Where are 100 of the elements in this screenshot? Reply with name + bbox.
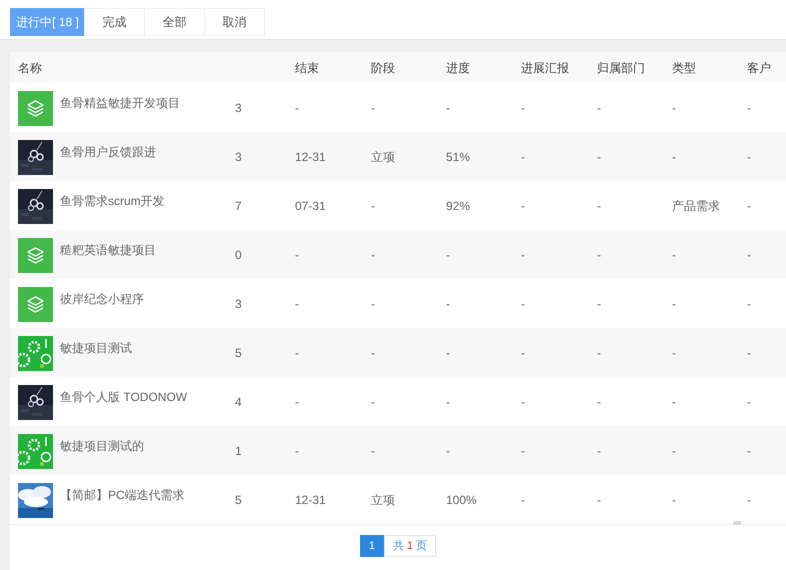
- table-cell-text: -: [672, 344, 676, 362]
- layers-icon: [18, 238, 53, 273]
- table-cell-text: -: [521, 246, 525, 264]
- project-name[interactable]: 【简邮】PC端迭代需求: [60, 483, 185, 504]
- table-cell-text: -: [747, 344, 751, 362]
- project-name[interactable]: 敏捷项目测试: [60, 336, 132, 357]
- table-cell-text: 12-31: [295, 148, 326, 166]
- table-cell-text: -: [672, 394, 676, 410]
- table-cell-text: 3: [235, 148, 242, 166]
- table-cell-text: -: [747, 492, 751, 508]
- table-cell-text: -: [521, 148, 525, 166]
- table-cell-text: 100%: [446, 492, 477, 508]
- table-cell-text: 07-31: [295, 198, 326, 214]
- scrollbar-thumb[interactable]: [733, 521, 741, 525]
- column-header: 阶段: [371, 60, 395, 74]
- table-cell-text: -: [446, 246, 450, 264]
- table-cell-text: -: [747, 198, 751, 214]
- table-cell-text: -: [597, 442, 601, 460]
- table-cell-text: -: [521, 492, 525, 508]
- table-cell-text: 1: [235, 442, 242, 460]
- table-cell-text: -: [672, 442, 676, 460]
- table-cell-text: 92%: [446, 198, 470, 214]
- project-name[interactable]: 糙粑英语敏捷项目: [60, 238, 156, 259]
- table-cell-text: 5: [235, 344, 242, 362]
- table-cell-text: -: [446, 394, 450, 410]
- layers-icon: [18, 287, 53, 322]
- table-cell-text: -: [295, 394, 299, 410]
- tab[interactable]: 取消: [204, 8, 265, 36]
- table-cell-text: 51%: [446, 148, 470, 166]
- table-cell-text: 4: [235, 394, 242, 410]
- table-cell-text: -: [295, 344, 299, 362]
- table-cell-text: -: [295, 246, 299, 264]
- table-cell-text: -: [747, 246, 751, 264]
- table-cell-text: -: [597, 492, 601, 508]
- table-cell-text: -: [597, 100, 601, 116]
- gear-icon: [18, 336, 53, 371]
- column-header: 进展汇报: [521, 60, 569, 74]
- column-header: 客户: [747, 60, 771, 74]
- table-cell-text: -: [371, 344, 375, 362]
- table-cell-text: -: [747, 296, 751, 312]
- table-cell-text: -: [747, 442, 751, 460]
- page-button[interactable]: 1: [360, 535, 384, 557]
- table-cell-text: 产品需求: [672, 198, 720, 214]
- table-cell-text: -: [371, 246, 375, 264]
- table-cell-text: -: [521, 442, 525, 460]
- table-cell-text: -: [295, 442, 299, 460]
- table-cell-text: -: [371, 296, 375, 312]
- table-cell-text: -: [597, 344, 601, 362]
- table-cell-text: -: [597, 198, 601, 214]
- table-cell-text: -: [371, 442, 375, 460]
- page-total: 共 1 页: [384, 535, 436, 557]
- column-header: 名称: [18, 60, 42, 74]
- table-cell-text: -: [521, 198, 525, 214]
- project-name[interactable]: 鱼骨精益敏捷开发项目: [60, 91, 180, 112]
- table-cell-text: -: [672, 148, 676, 166]
- layers-icon: [18, 91, 53, 126]
- gear-icon: [18, 434, 53, 469]
- table-cell-text: -: [295, 296, 299, 312]
- project-name[interactable]: 鱼骨用户反馈跟进: [60, 140, 156, 161]
- table-cell-text: -: [371, 394, 375, 410]
- table-cell-text: 5: [235, 492, 242, 508]
- table-cell-text: 7: [235, 198, 242, 214]
- table-cell-text: -: [446, 344, 450, 362]
- table-cell-text: -: [672, 100, 676, 116]
- table-cell-text: -: [672, 296, 676, 312]
- column-header: 归属部门: [597, 60, 645, 74]
- table-cell-text: 立项: [371, 492, 395, 508]
- table-cell-text: 12-31: [295, 492, 326, 508]
- tab[interactable]: 全部: [144, 8, 205, 36]
- table-cell-text: -: [597, 246, 601, 264]
- table-cell-text: -: [672, 246, 676, 264]
- table-cell-text: -: [747, 100, 751, 116]
- column-header: 类型: [672, 60, 696, 74]
- table-cell-text: -: [747, 394, 751, 410]
- column-header: 结束: [295, 60, 319, 74]
- column-header: 进度: [446, 60, 470, 74]
- table-cell-text: -: [295, 100, 299, 116]
- table-cell-text: -: [597, 148, 601, 166]
- project-name[interactable]: 鱼骨个人版 TODONOW: [60, 385, 188, 406]
- table-cell-text: 3: [235, 296, 242, 312]
- project-name[interactable]: 鱼骨需求scrum开发: [60, 189, 165, 210]
- table-cell-text: -: [521, 394, 525, 410]
- tab[interactable]: 完成: [84, 8, 145, 36]
- table-cell-text: -: [371, 198, 375, 214]
- table-cell-text: -: [521, 296, 525, 312]
- table-cell-text: -: [747, 148, 751, 166]
- table-cell-text: -: [597, 394, 601, 410]
- table-cell-text: -: [446, 442, 450, 460]
- project-name[interactable]: 彼岸纪念小程序: [60, 287, 144, 308]
- table-cell-text: -: [672, 492, 676, 508]
- table-cell-text: -: [446, 296, 450, 312]
- table-cell-text: 0: [235, 246, 242, 264]
- table-cell-text: 3: [235, 100, 242, 116]
- table-cell-text: -: [597, 296, 601, 312]
- project-name[interactable]: 敏捷项目测试的: [60, 434, 144, 455]
- table-cell-text: -: [446, 100, 450, 116]
- table-cell-text: -: [521, 344, 525, 362]
- table-cell-text: 立项: [371, 148, 395, 166]
- table-cell-text: -: [521, 100, 525, 116]
- table-cell-text: -: [371, 100, 375, 116]
